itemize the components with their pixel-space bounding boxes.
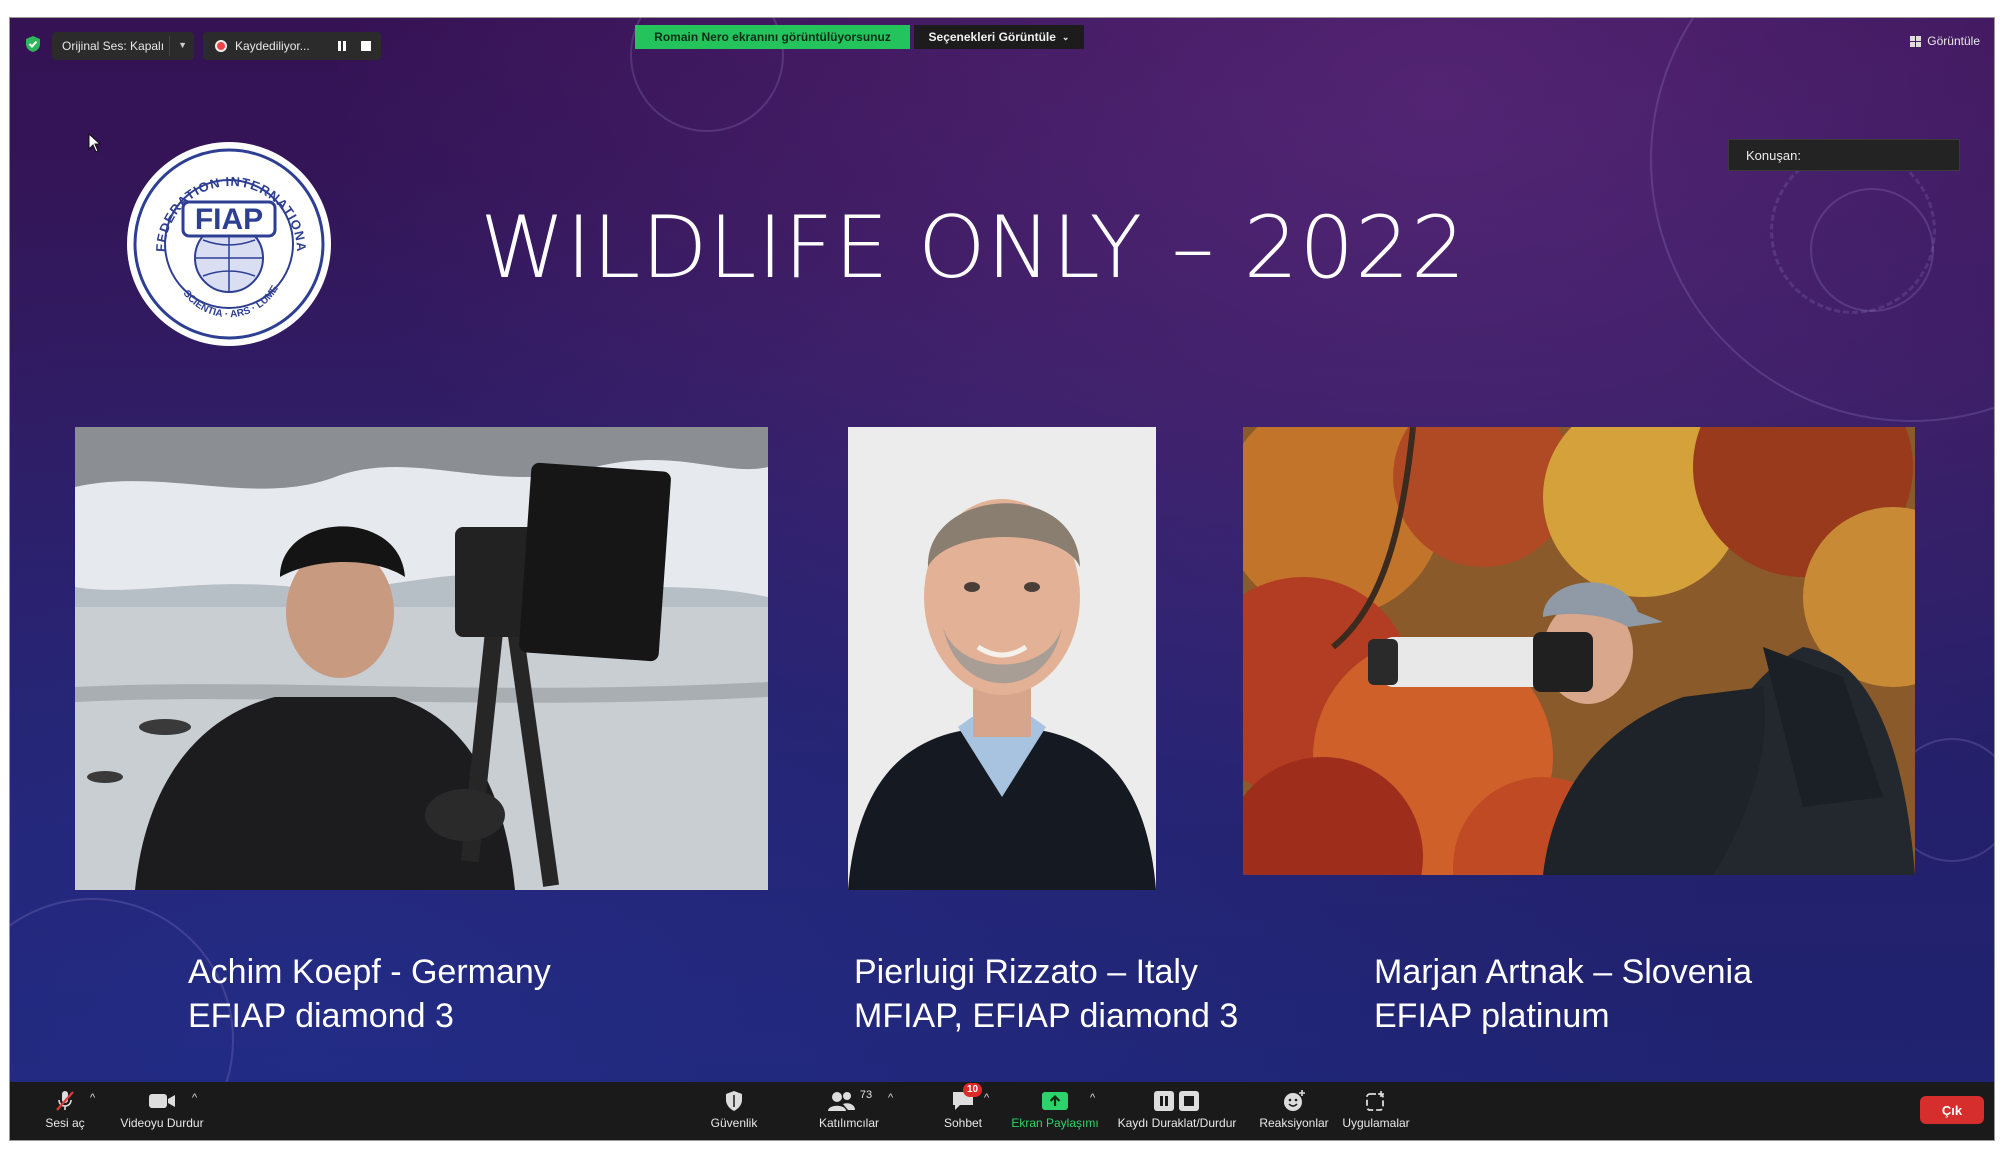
- judge-name: Marjan Artnak – Slovenia: [1374, 953, 1752, 991]
- muted-microphone-icon: [56, 1091, 74, 1111]
- judge-title: EFIAP diamond 3: [188, 997, 454, 1035]
- judge-title: MFIAP, EFIAP diamond 3: [854, 997, 1239, 1035]
- judge-name: Pierluigi Rizzato – Italy: [854, 953, 1198, 991]
- view-button[interactable]: Görüntüle: [1910, 34, 1980, 48]
- stop-video-label: Videoyu Durdur: [120, 1116, 204, 1130]
- participants-label: Katılımcılar: [818, 1116, 879, 1130]
- chevron-down-icon[interactable]: ▼: [178, 40, 187, 50]
- judge-caption-3: Marjan Artnak – Slovenia EFIAP platinum: [1374, 950, 1752, 1038]
- shared-slide: FEDERATION INTERNATIONALE DE L'ART PHOTO…: [10, 18, 1994, 1082]
- meeting-toolbar: Sesi aç ^ Videoyu Durdur ^ Güvenlik 73 K…: [10, 1082, 1994, 1140]
- reactions-button[interactable]: Reaksiyonlar: [1252, 1082, 1336, 1140]
- unmute-label: Sesi aç: [45, 1116, 85, 1130]
- apps-button[interactable]: Uygulamalar: [1334, 1082, 1418, 1140]
- pause-recording-icon[interactable]: [337, 41, 347, 51]
- decorative-ring: [1810, 188, 1934, 312]
- original-sound-toggle[interactable]: Orijinal Ses: Kapalı ▼: [52, 32, 194, 60]
- zoom-meeting-window: FEDERATION INTERNATIONALE DE L'ART PHOTO…: [10, 18, 1994, 1140]
- pause-stop-recording-button[interactable]: Kaydı Duraklat/Durdur: [1110, 1082, 1244, 1140]
- judge-photo-3: [1243, 427, 1915, 875]
- stop-recording-icon[interactable]: [361, 41, 371, 51]
- view-options-label: Seçenekleri Görüntüle: [928, 30, 1056, 44]
- participants-count: 73: [859, 1089, 873, 1101]
- audio-options-caret-icon[interactable]: ^: [90, 1092, 95, 1104]
- pause-stop-recording-label: Kaydı Duraklat/Durdur: [1117, 1116, 1237, 1130]
- security-button[interactable]: Güvenlik: [698, 1082, 770, 1140]
- view-button-label: Görüntüle: [1927, 34, 1980, 48]
- participants-caret-icon[interactable]: ^: [888, 1092, 893, 1104]
- mouse-cursor-icon: [88, 133, 102, 153]
- apps-label: Uygulamalar: [1342, 1116, 1410, 1130]
- pause-stop-icon: [1154, 1091, 1199, 1111]
- original-sound-label: Orijinal Ses: Kapalı: [62, 39, 165, 53]
- chat-button[interactable]: 10 Sohbet: [928, 1082, 998, 1140]
- slide-title: WILDLIFE ONLY – 2022: [480, 198, 1467, 298]
- judge-name: Achim Koepf - Germany: [188, 953, 551, 991]
- video-camera-icon: [149, 1094, 175, 1108]
- judge-caption-1: Achim Koepf - Germany EFIAP diamond 3: [188, 950, 551, 1038]
- share-screen-label: Ekran Paylaşımı: [1011, 1116, 1099, 1130]
- judge-photo-2: [848, 427, 1156, 890]
- recording-dot-icon: [215, 40, 227, 52]
- share-screen-button[interactable]: Ekran Paylaşımı: [1008, 1082, 1102, 1140]
- view-options-button[interactable]: Seçenekleri Görüntüle ⌄: [914, 25, 1084, 49]
- participants-icon: [827, 1092, 855, 1111]
- recording-label: Kaydediliyor...: [235, 39, 310, 53]
- encryption-shield-icon[interactable]: [24, 35, 42, 53]
- fiap-logo: FEDERATION INTERNATIONALE DE L'ART PHOTO…: [125, 140, 331, 346]
- share-caret-icon[interactable]: ^: [1090, 1092, 1095, 1104]
- participants-button[interactable]: 73 Katılımcılar: [794, 1082, 904, 1140]
- reactions-label: Reaksiyonlar: [1259, 1116, 1329, 1130]
- judge-caption-2: Pierluigi Rizzato – Italy MFIAP, EFIAP d…: [854, 950, 1238, 1038]
- grid-view-icon: [1910, 35, 1922, 47]
- chat-label: Sohbet: [943, 1116, 983, 1130]
- unmute-button[interactable]: Sesi aç: [36, 1082, 94, 1140]
- chat-unread-badge: 10: [963, 1083, 983, 1097]
- active-speaker-box[interactable]: Konuşan:: [1728, 139, 1960, 171]
- stop-video-button[interactable]: Videoyu Durdur: [114, 1082, 210, 1140]
- security-label: Güvenlik: [710, 1116, 758, 1130]
- judge-photo-1: [75, 427, 768, 890]
- smiley-reaction-icon: [1284, 1090, 1305, 1111]
- recording-indicator: Kaydediliyor...: [203, 32, 381, 60]
- share-screen-icon: [1042, 1092, 1068, 1110]
- chevron-down-icon: ⌄: [1061, 31, 1070, 42]
- apps-icon: [1366, 1091, 1384, 1111]
- speaker-label: Konuşan:: [1746, 148, 1801, 163]
- video-options-caret-icon[interactable]: ^: [192, 1092, 197, 1104]
- screen-share-banner: Romain Nero ekranını görüntülüyorsunuz: [635, 25, 910, 49]
- judge-title: EFIAP platinum: [1374, 997, 1610, 1035]
- security-shield-icon: [726, 1091, 742, 1111]
- logo-center-text: FIAP: [195, 203, 263, 236]
- leave-button[interactable]: Çık: [1920, 1096, 1984, 1124]
- pill-divider: [169, 36, 170, 56]
- chat-caret-icon[interactable]: ^: [984, 1092, 989, 1104]
